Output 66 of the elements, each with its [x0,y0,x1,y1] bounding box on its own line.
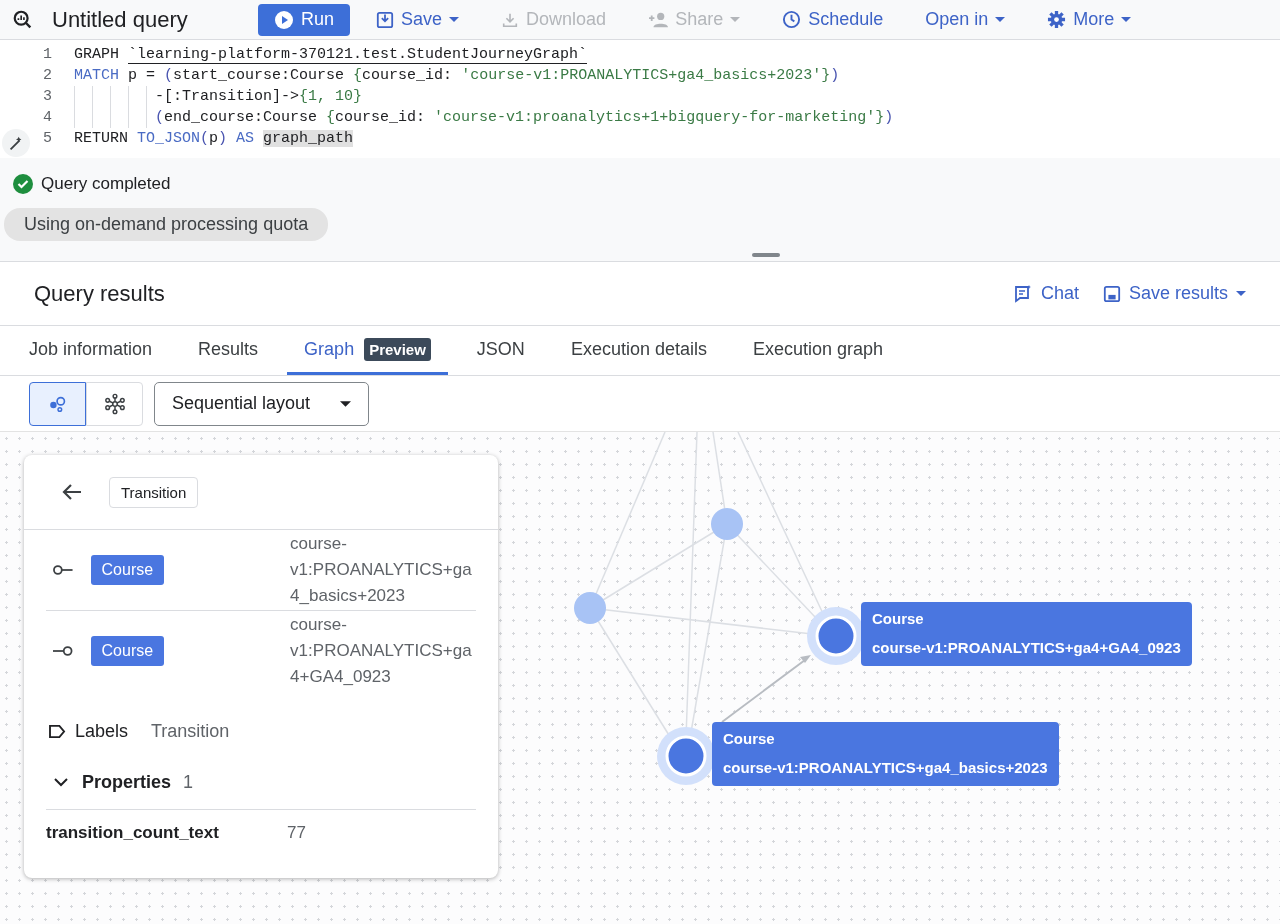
property-key: transition_count_text [46,823,287,843]
label-icon [48,724,67,739]
line-number: 4 [42,108,53,128]
node-id: course-v1:PROANALYTICS+ga4_basics+2023 [723,759,1048,776]
caret-icon [1236,291,1246,296]
node-id: course-v1:PROANALYTICS+ga4+GA4_0923 [290,614,473,688]
properties-count: 1 [183,772,194,793]
node-type: Course [872,610,925,627]
caret-icon [340,400,352,407]
code-line: RETURN TO_JSON(p) AS graph_path [74,129,354,149]
code-line: (end_course:Course {course_id: 'course-v1:proanalytics+1+bigquery-for-marketing'}) [74,107,894,128]
preview-badge: Preview [364,337,431,361]
status-message: Query completed [41,174,171,194]
add-person-icon [648,10,669,29]
results-action-button[interactable]: Save results [1102,283,1246,304]
chat-icon [1012,283,1033,304]
caret-icon [995,17,1006,22]
tab[interactable]: Execution graph [735,326,901,375]
caret-icon [1121,17,1132,22]
query-title: Untitled query [52,6,189,33]
clock-icon [782,10,802,29]
code-line: -[:Transition]->{1, 10} [74,86,363,107]
caret-icon [730,17,741,22]
results-action-button[interactable]: Chat [1012,283,1079,304]
save-icon [376,10,395,29]
save-icon [1102,284,1121,303]
code-line: GRAPH `learning-platform-370121.test.StudentJourneyGraph` [74,45,588,65]
tab[interactable]: Job information [12,326,170,375]
chevron-icon[interactable] [54,778,68,787]
tab[interactable]: Results [181,326,276,375]
layout-dropdown[interactable]: Sequential layout [154,381,370,426]
run-button[interactable]: Run [258,3,351,36]
line-number: 2 [42,66,53,86]
toolbar-button[interactable]: More [1035,3,1144,36]
network-icon [103,392,126,415]
properties-title: Properties [82,772,172,793]
tab[interactable]: JSON [459,326,542,375]
settings-icon [1047,10,1067,29]
graph-node [574,592,606,624]
node-id: course-v1:PROANALYTICS+ga4+GA4_0923 [872,639,1181,656]
node-type-chip: Course [90,555,165,585]
quota-chip: Using on-demand processing quota [4,208,329,241]
node-type-chip: Course [90,636,165,666]
pen-icon[interactable] [2,129,30,157]
edge-label-chip: Transition [109,476,199,508]
play-icon [274,9,294,30]
line-number: 5 [42,129,53,149]
labels-title: Labels [75,721,130,742]
code-line: MATCH p = (start_course:Course {course_id: 'course-v1:PROANALYTICS+ga4_basics+2023'}) [74,66,840,86]
results-title: Query results [34,280,166,307]
node-type: Course [723,730,776,747]
view-toggle-button[interactable] [29,381,86,426]
graph-node [711,508,743,540]
source-icon [52,564,74,576]
property-value: 77 [287,823,306,843]
toolbar-button[interactable]: Schedule [770,3,896,36]
tab[interactable]: Execution details [553,326,724,375]
target-icon [52,645,74,657]
toolbar-button[interactable]: Open in [913,3,1018,36]
toolbar-button[interactable]: Save [364,3,472,36]
query-icon [12,8,34,31]
tab[interactable]: Graph Preview [287,326,448,375]
line-number: 3 [42,87,53,107]
caret-icon [449,17,460,22]
line-number: 1 [42,45,53,65]
labels-value: Transition [151,721,230,742]
